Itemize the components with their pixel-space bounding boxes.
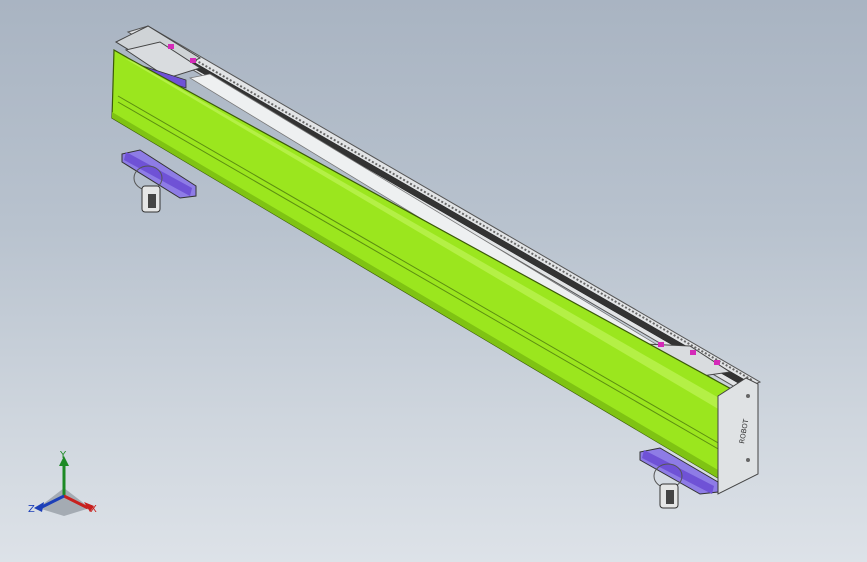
x-axis-label: X: [90, 504, 97, 515]
green-cover: [111, 48, 746, 480]
end-plate-bolt-1: [746, 394, 750, 398]
cover-highlight: [124, 58, 726, 410]
linear-module-model[interactable]: ROBOT: [0, 0, 867, 562]
cover-groove-1: [117, 95, 721, 445]
right-marker-1: [658, 342, 664, 347]
left-marker-1: [168, 44, 174, 49]
graphics-viewport[interactable]: ROBOT X Y Z: [0, 0, 867, 562]
coordinate-triad: X Y Z: [24, 446, 104, 526]
cover-groove-2: [117, 101, 721, 451]
y-axis-label: Y: [60, 450, 67, 461]
left-foot-slot: [148, 194, 156, 208]
right-marker-3: [714, 360, 720, 365]
left-marker-2: [190, 58, 196, 63]
end-plate-bolt-2: [746, 458, 750, 462]
right-foot-slot: [666, 490, 674, 504]
z-axis-label: Z: [28, 504, 35, 515]
right-marker-2: [690, 350, 696, 355]
right-end-plate: [717, 377, 759, 495]
cover-bottom-edge: [112, 112, 718, 478]
